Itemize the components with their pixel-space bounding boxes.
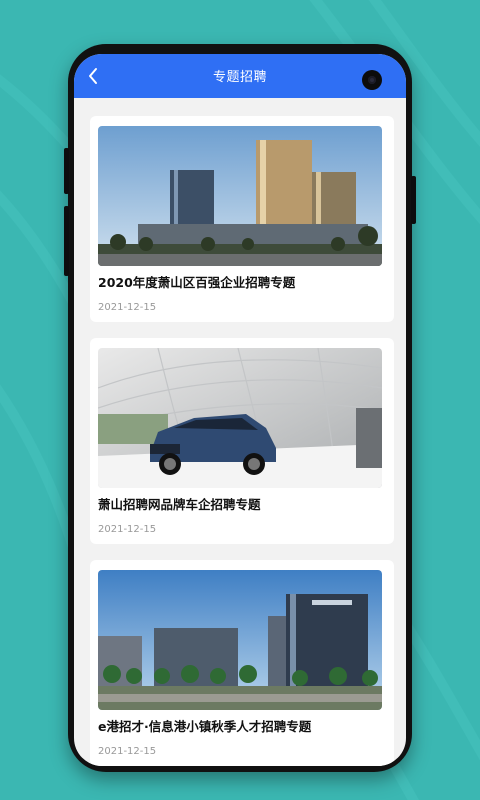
tech-park-photo bbox=[98, 570, 382, 710]
topic-date: 2021-12-15 bbox=[98, 746, 157, 757]
topic-card[interactable]: e港招才·信息港小镇秋季人才招聘专题 2021-12-15 bbox=[90, 560, 394, 766]
topic-card[interactable]: 2020年度萧山区百强企业招聘专题 2021-12-15 bbox=[90, 116, 394, 322]
topic-date: 2021-12-15 bbox=[98, 524, 157, 535]
office-towers-photo bbox=[98, 126, 382, 266]
suv-car-photo bbox=[98, 348, 382, 488]
topic-date: 2021-12-15 bbox=[98, 302, 157, 313]
topic-title: 萧山招聘网品牌车企招聘专题 bbox=[98, 497, 261, 512]
front-camera bbox=[362, 70, 382, 90]
topic-title: e港招才·信息港小镇秋季人才招聘专题 bbox=[98, 719, 312, 734]
app-screen: 专题招聘 2020年度萧山区百强企业招聘专题 2021-12-15 萧山招聘网品… bbox=[74, 54, 406, 766]
phone-power-button bbox=[411, 176, 416, 224]
phone-side-button bbox=[64, 206, 69, 276]
top-bar: 专题招聘 bbox=[74, 54, 406, 98]
phone-side-button bbox=[64, 148, 69, 194]
page-title: 专题招聘 bbox=[212, 70, 267, 85]
topic-card[interactable]: 萧山招聘网品牌车企招聘专题 2021-12-15 bbox=[90, 338, 394, 544]
topic-title: 2020年度萧山区百强企业招聘专题 bbox=[98, 275, 296, 290]
